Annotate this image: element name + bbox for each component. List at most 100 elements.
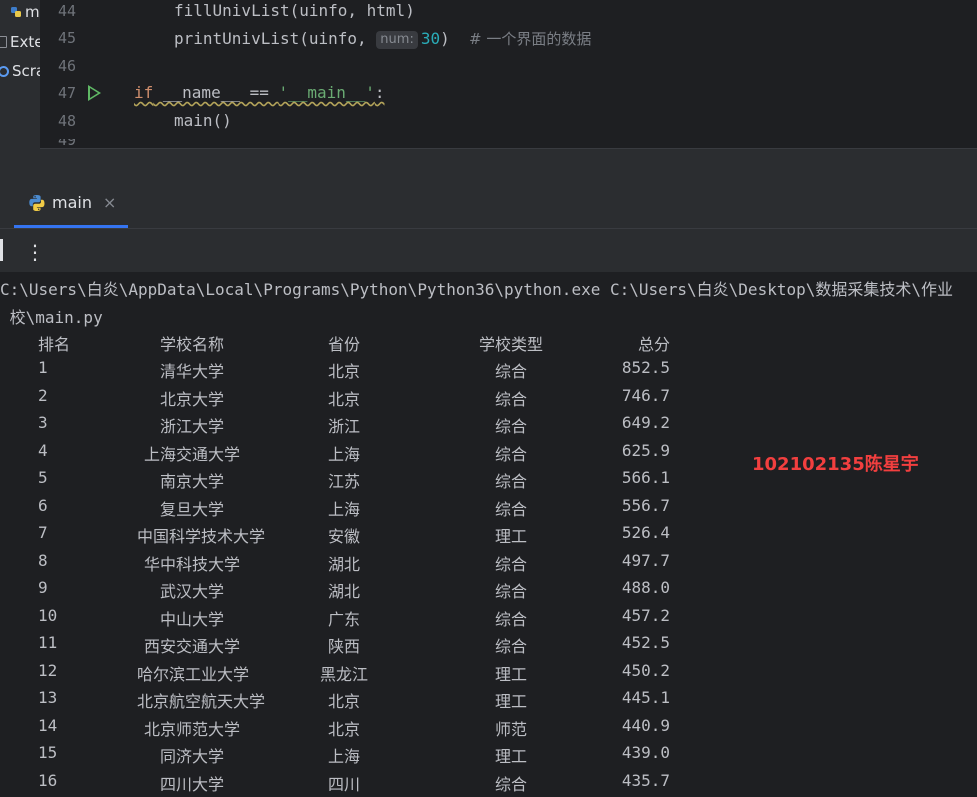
python-icon bbox=[29, 195, 45, 211]
cell-type: 理工 bbox=[494, 747, 527, 766]
cell-score: 852.5 bbox=[621, 358, 670, 377]
cell-score: 452.5 bbox=[621, 633, 670, 652]
cell-type: 理工 bbox=[494, 692, 527, 711]
cell-type: 综合 bbox=[494, 472, 527, 491]
cell-score: 526.4 bbox=[621, 523, 670, 542]
cell-prov: 北京 bbox=[327, 719, 360, 739]
cell-rank: 15 bbox=[38, 743, 58, 762]
code-line: if __name__ == '__main__': bbox=[134, 83, 385, 102]
cell-prov: 北京 bbox=[327, 362, 360, 381]
cell-type: 理工 bbox=[494, 664, 527, 684]
header-province: 省份 bbox=[327, 335, 360, 354]
code-line: fillUnivList(uinfo, html) bbox=[174, 1, 415, 20]
line-number: 46 bbox=[58, 57, 77, 75]
more-options-icon[interactable]: ⋮ bbox=[25, 240, 45, 264]
code-editor[interactable]: 44 45 46 47 48 49 fillUnivList(uinfo, ht… bbox=[0, 0, 977, 149]
cell-name: 浙江大学 bbox=[159, 417, 224, 436]
close-icon[interactable]: × bbox=[103, 193, 116, 212]
cell-type: 师范 bbox=[494, 719, 527, 739]
run-tab-main[interactable]: main × bbox=[14, 178, 128, 228]
cell-prov: 黑龙江 bbox=[319, 664, 368, 684]
run-tab-bar: main × bbox=[0, 178, 977, 228]
run-gutter-icon[interactable] bbox=[88, 85, 101, 101]
cell-score: 457.2 bbox=[621, 605, 670, 625]
header-type: 学校类型 bbox=[478, 335, 543, 354]
cell-name: 北京师范大学 bbox=[143, 719, 240, 739]
cell-name: 哈尔滨工业大学 bbox=[137, 664, 250, 684]
header-score: 总分 bbox=[637, 335, 670, 354]
project-item[interactable]: Scra bbox=[0, 61, 40, 81]
cell-name: 武汉大学 bbox=[159, 582, 224, 601]
cell-score: 625.9 bbox=[621, 440, 670, 460]
cell-type: 综合 bbox=[494, 554, 527, 574]
cell-type: 综合 bbox=[494, 362, 527, 381]
scratch-icon bbox=[0, 65, 9, 77]
cell-name: 四川大学 bbox=[159, 774, 224, 794]
project-panel: m Exte Scra bbox=[0, 0, 40, 178]
cell-prov: 江苏 bbox=[327, 472, 360, 491]
cell-score: 566.1 bbox=[621, 468, 670, 487]
cell-rank: 5 bbox=[38, 468, 48, 487]
run-toolbar: ⋮ bbox=[0, 228, 977, 273]
cell-score: 556.7 bbox=[621, 495, 670, 515]
cell-name: 华中科技大学 bbox=[143, 554, 240, 574]
cell-type: 综合 bbox=[494, 417, 527, 436]
cell-prov: 湖北 bbox=[327, 554, 360, 574]
cell-score: 435.7 bbox=[621, 770, 670, 790]
cell-score: 450.2 bbox=[621, 660, 670, 680]
python-file-icon bbox=[11, 7, 21, 17]
code-line: main() bbox=[174, 111, 232, 130]
cell-prov: 上海 bbox=[327, 747, 360, 766]
cell-name: 中山大学 bbox=[159, 609, 224, 629]
cell-score: 488.0 bbox=[621, 578, 670, 597]
cell-prov: 安徽 bbox=[327, 527, 360, 546]
parameter-hint: num: bbox=[376, 31, 418, 49]
cell-score: 440.9 bbox=[621, 715, 670, 735]
project-item[interactable]: Exte bbox=[0, 32, 40, 52]
cell-prov: 四川 bbox=[327, 774, 360, 794]
cell-type: 理工 bbox=[494, 527, 527, 546]
cell-score: 497.7 bbox=[621, 550, 670, 570]
cell-name: 同济大学 bbox=[159, 747, 224, 766]
cell-type: 综合 bbox=[494, 637, 527, 656]
console-command: C:\Users\白炎\AppData\Local\Programs\Pytho… bbox=[0, 280, 953, 299]
cell-score: 439.0 bbox=[621, 743, 670, 762]
run-tab-label: main bbox=[52, 193, 92, 212]
author-signature: 102102135陈星宇 bbox=[752, 454, 919, 475]
line-number: 49 bbox=[58, 139, 118, 147]
cell-rank: 12 bbox=[38, 660, 58, 680]
cell-type: 综合 bbox=[494, 389, 527, 409]
line-number: 48 bbox=[58, 112, 77, 130]
cell-name: 北京航空航天大学 bbox=[137, 692, 266, 711]
header-rank: 排名 bbox=[38, 335, 71, 354]
cell-prov: 北京 bbox=[327, 389, 360, 409]
project-item[interactable]: m bbox=[10, 2, 40, 22]
cell-rank: 3 bbox=[38, 413, 48, 432]
console-output[interactable]: C:\Users\白炎\AppData\Local\Programs\Pytho… bbox=[0, 272, 977, 797]
line-number: 44 bbox=[58, 2, 77, 20]
cell-rank: 13 bbox=[38, 688, 58, 707]
cell-name: 南京大学 bbox=[159, 472, 224, 491]
cell-rank: 8 bbox=[38, 550, 48, 570]
cell-score: 746.7 bbox=[621, 385, 670, 405]
cell-prov: 上海 bbox=[327, 499, 360, 519]
cell-rank: 1 bbox=[38, 358, 48, 377]
code-comment: # 一个界面的数据 bbox=[469, 30, 592, 48]
cell-rank: 10 bbox=[38, 605, 58, 625]
cell-rank: 14 bbox=[38, 715, 58, 735]
cell-rank: 16 bbox=[38, 770, 58, 790]
run-panel: main × ⋮ C:\Users\白炎\AppData\Local\Progr… bbox=[0, 178, 977, 797]
cell-prov: 北京 bbox=[327, 692, 360, 711]
cell-rank: 11 bbox=[38, 633, 58, 652]
header-name: 学校名称 bbox=[159, 335, 224, 354]
cell-name: 复旦大学 bbox=[159, 499, 224, 519]
cell-rank: 2 bbox=[38, 385, 48, 405]
cell-prov: 湖北 bbox=[327, 582, 360, 601]
library-icon bbox=[0, 36, 7, 48]
cell-prov: 上海 bbox=[327, 444, 360, 464]
cell-score: 649.2 bbox=[621, 413, 670, 432]
cell-name: 北京大学 bbox=[159, 389, 224, 409]
line-number: 45 bbox=[58, 29, 77, 47]
cell-prov: 广东 bbox=[327, 609, 360, 629]
cell-rank: 7 bbox=[38, 523, 48, 542]
